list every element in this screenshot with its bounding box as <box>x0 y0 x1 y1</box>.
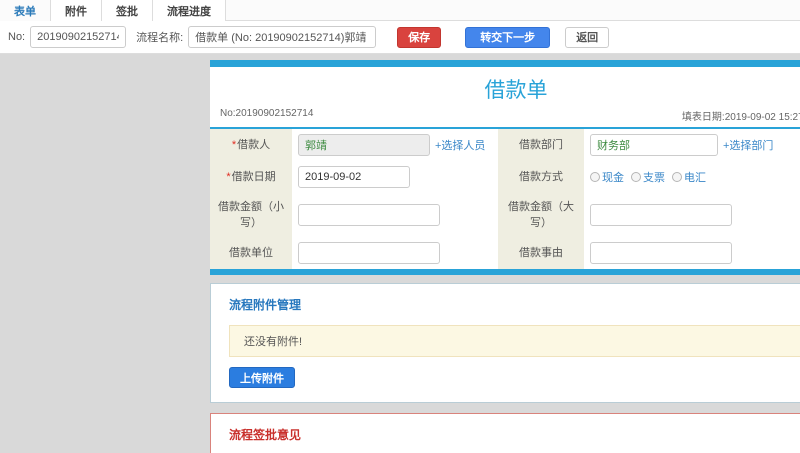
radio-cash[interactable]: 现金 <box>590 169 624 185</box>
process-name-input[interactable] <box>188 26 377 48</box>
back-button[interactable]: 返回 <box>565 26 610 48</box>
save-button[interactable]: 保存 <box>397 26 442 48</box>
form-title: 借款单 <box>484 79 548 102</box>
amount-lower-input[interactable] <box>298 204 440 226</box>
process-name-label: 流程名称: <box>136 32 184 44</box>
attachments-panel: 流程附件管理 还没有附件! 上传附件 <box>210 283 800 403</box>
page: 表单 附件 签批 流程进度 No: 流程名称: 保存 转交下一步 返回 借款单 … <box>0 0 800 453</box>
loan-method-field: 现金 支票 电汇 <box>584 161 800 193</box>
loan-method-radio-group: 现金 支票 电汇 <box>590 169 706 185</box>
form-fill-date: 填表日期:2019-09-02 15:27:1 <box>681 112 800 123</box>
loan-reason-input[interactable] <box>590 242 732 264</box>
tab-attachments[interactable]: 附件 <box>51 0 102 21</box>
loan-date-label: *借款日期 <box>210 161 292 193</box>
form-grid: *借款人 +选择人员 借款部门 +选择部门 *借款日期 借款 <box>210 129 800 269</box>
loan-unit-field <box>292 237 498 269</box>
loan-unit-label: 借款单位 <box>210 237 292 269</box>
form-top-accent-bar <box>210 60 800 67</box>
radio-circle-icon[interactable] <box>672 172 682 182</box>
radio-wire[interactable]: 电汇 <box>672 169 706 185</box>
borrower-field: +选择人员 <box>292 129 498 161</box>
approval-panel: 流程签批意见 B I abc A <box>210 413 800 453</box>
next-step-button[interactable]: 转交下一步 <box>465 26 551 48</box>
form-bottom-accent-bar <box>210 269 800 275</box>
approval-title: 流程签批意见 <box>229 428 302 442</box>
upload-attachment-button[interactable]: 上传附件 <box>229 367 295 388</box>
radio-circle-icon[interactable] <box>590 172 600 182</box>
form-meta-row: No:20190902152714 填表日期:2019-09-02 15:27:… <box>210 108 800 129</box>
loan-form-panel: 借款单 No:20190902152714 填表日期:2019-09-02 15… <box>210 60 800 275</box>
tab-bar: 表单 附件 签批 流程进度 <box>0 0 800 21</box>
tab-form[interactable]: 表单 <box>0 0 51 21</box>
required-asterisk: * <box>226 170 231 183</box>
amount-upper-field <box>584 193 800 237</box>
required-asterisk: * <box>231 138 237 151</box>
loan-reason-field <box>584 237 800 269</box>
loan-reason-label: 借款事由 <box>498 237 584 269</box>
no-label: No: <box>8 31 26 43</box>
no-input[interactable] <box>30 26 127 48</box>
radio-circle-icon[interactable] <box>631 172 641 182</box>
select-department-link[interactable]: +选择部门 <box>723 137 773 153</box>
radio-check[interactable]: 支票 <box>631 169 665 185</box>
tab-process-progress[interactable]: 流程进度 <box>153 0 226 21</box>
department-input[interactable] <box>590 134 718 156</box>
attachments-title: 流程附件管理 <box>229 298 302 312</box>
amount-upper-input[interactable] <box>590 204 732 226</box>
amount-upper-label: 借款金额（大写） <box>498 193 584 237</box>
loan-date-input[interactable] <box>298 166 410 188</box>
amount-lower-field <box>292 193 498 237</box>
loan-unit-input[interactable] <box>298 242 440 264</box>
action-toolbar: No: 流程名称: 保存 转交下一步 返回 <box>0 21 800 54</box>
department-label: 借款部门 <box>498 129 584 161</box>
form-doc-no: No:20190902152714 <box>220 108 314 119</box>
borrower-input[interactable] <box>298 134 430 156</box>
main-content: 借款单 No:20190902152714 填表日期:2019-09-02 15… <box>210 60 800 453</box>
no-attachments-alert: 还没有附件! <box>229 325 800 357</box>
amount-lower-label: 借款金额（小写） <box>210 193 292 237</box>
borrower-label: *借款人 <box>210 129 292 161</box>
department-field: +选择部门 <box>584 129 800 161</box>
loan-date-field <box>292 161 498 193</box>
select-person-link[interactable]: +选择人员 <box>435 137 485 153</box>
loan-method-label: 借款方式 <box>498 161 584 193</box>
tab-approval[interactable]: 签批 <box>102 0 153 21</box>
